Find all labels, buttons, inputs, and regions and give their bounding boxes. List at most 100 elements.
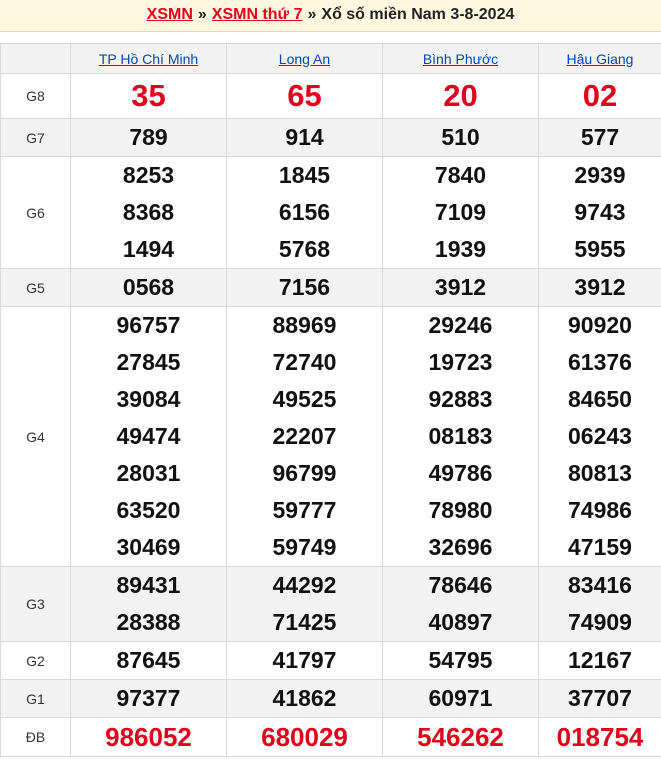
xsmn-saturday-link[interactable]: XSMN thứ 7 <box>212 6 303 23</box>
prize-number: 35 <box>131 78 166 113</box>
prize-number: 7840 <box>434 162 487 188</box>
province-link[interactable]: Hậu Giang <box>567 51 634 67</box>
prize-row: G8 35 65 20 02 <box>0 73 661 119</box>
prize-cell: 3912 <box>538 268 661 307</box>
prize-number: 65 <box>287 78 322 113</box>
province-header: Bình Phước <box>382 43 539 74</box>
prize-number: 83416 <box>568 572 632 598</box>
prize-cell: 789 <box>70 118 227 157</box>
prize-number: 54795 <box>428 647 493 673</box>
prize-number: 71425 <box>272 609 337 635</box>
prize-cell: 7156 <box>226 268 383 307</box>
prize-label: G2 <box>0 641 71 680</box>
prize-number: 680029 <box>261 722 348 752</box>
prize-number: 2939 <box>574 162 626 188</box>
province-link[interactable]: Bình Phước <box>423 51 498 67</box>
prize-row: G6 8253 8368 1494 1845 6156 5768 7840 7109 1939 29… <box>0 156 661 269</box>
prize-number: 88969 <box>272 312 337 338</box>
prize-row: G1 97377 41862 60971 37707 <box>0 679 661 718</box>
prize-number: 37707 <box>568 685 632 711</box>
prize-number: 59777 <box>272 497 337 523</box>
prize-number: 41862 <box>272 685 337 711</box>
prize-number: 1845 <box>278 162 331 188</box>
prize-row: G5 0568 7156 3912 3912 <box>0 268 661 307</box>
breadcrumb-separator: » <box>307 6 317 23</box>
prize-number: 08183 <box>428 423 493 449</box>
prize-number: 510 <box>441 124 480 150</box>
prize-cell: 0568 <box>70 268 227 307</box>
prize-cell: 78646 40897 <box>382 566 539 642</box>
prize-number: 87645 <box>116 647 181 673</box>
prize-number: 28031 <box>116 460 181 486</box>
prize-cell: 97377 <box>70 679 227 718</box>
prize-cell: 83416 74909 <box>538 566 661 642</box>
prize-label: ĐB <box>0 717 71 757</box>
prize-number: 59749 <box>272 534 337 560</box>
prize-cell: 2939 9743 5955 <box>538 156 661 269</box>
prize-row: G2 87645 41797 54795 12167 <box>0 641 661 680</box>
prize-label: G1 <box>0 679 71 718</box>
prize-cell: 90920 61376 84650 06243 80813 74986 47159 <box>538 306 661 567</box>
prize-number: 49786 <box>428 460 493 486</box>
prize-number: 1939 <box>434 236 487 262</box>
province-link[interactable]: Long An <box>279 51 330 67</box>
prize-cell: 1845 6156 5768 <box>226 156 383 269</box>
page-title: Xổ số miền Nam 3-8-2024 <box>321 6 515 23</box>
prize-number: 92883 <box>428 386 493 412</box>
prize-label: G8 <box>0 73 71 119</box>
prize-row: G7 789 914 510 577 <box>0 118 661 157</box>
prize-number: 80813 <box>568 460 632 486</box>
prize-number: 5768 <box>278 236 331 262</box>
prize-number: 30469 <box>116 534 181 560</box>
prize-number: 40897 <box>428 609 493 635</box>
prize-cell: 546262 <box>382 717 539 757</box>
province-link[interactable]: TP Hồ Chí Minh <box>99 51 198 67</box>
prize-number: 02 <box>582 78 618 113</box>
prize-number: 29246 <box>428 312 493 338</box>
prize-number: 06243 <box>568 423 632 449</box>
prize-cell: 41797 <box>226 641 383 680</box>
prize-cell: 12167 <box>538 641 661 680</box>
prize-number: 96757 <box>116 312 181 338</box>
prize-number: 577 <box>580 124 620 150</box>
prize-cell: 3912 <box>382 268 539 307</box>
prize-number: 44292 <box>272 572 337 598</box>
spacer <box>0 32 661 43</box>
prize-label: G7 <box>0 118 71 157</box>
prize-number: 27845 <box>116 349 181 375</box>
prize-number: 32696 <box>428 534 493 560</box>
prize-cell: 41862 <box>226 679 383 718</box>
prize-number: 8253 <box>122 162 175 188</box>
prize-number: 89431 <box>116 572 181 598</box>
xsmn-link[interactable]: XSMN <box>147 6 193 23</box>
prize-number: 41797 <box>272 647 337 673</box>
prize-cell: 89431 28388 <box>70 566 227 642</box>
prize-number: 61376 <box>568 349 632 375</box>
prize-cell: 44292 71425 <box>226 566 383 642</box>
prize-cell: 7840 7109 1939 <box>382 156 539 269</box>
prize-cell: 35 <box>70 73 227 119</box>
prize-cell: 96757 27845 39084 49474 28031 63520 30469 <box>70 306 227 567</box>
prize-cell: 680029 <box>226 717 383 757</box>
prize-number: 63520 <box>116 497 181 523</box>
results-table: TP Hồ Chí Minh Long An Bình Phước Hậu Gi… <box>0 43 661 757</box>
prize-cell: 37707 <box>538 679 661 718</box>
province-header: TP Hồ Chí Minh <box>70 43 227 74</box>
prize-row: ĐB 986052 680029 546262 018754 <box>0 717 661 757</box>
prize-number: 74909 <box>568 609 632 635</box>
prize-number: 47159 <box>568 534 632 560</box>
prize-label: G4 <box>0 306 71 567</box>
prize-number: 0568 <box>122 274 175 300</box>
province-header-row: TP Hồ Chí Minh Long An Bình Phước Hậu Gi… <box>0 43 661 74</box>
prize-cell: 018754 <box>538 717 661 757</box>
prize-number: 9743 <box>574 199 626 225</box>
prize-number: 39084 <box>116 386 181 412</box>
corner-cell <box>0 43 71 74</box>
prize-number: 78646 <box>428 572 493 598</box>
prize-cell: 60971 <box>382 679 539 718</box>
prize-label: G5 <box>0 268 71 307</box>
prize-cell: 87645 <box>70 641 227 680</box>
prize-number: 90920 <box>568 312 632 338</box>
prize-cell: 02 <box>538 73 661 119</box>
prize-cell: 54795 <box>382 641 539 680</box>
